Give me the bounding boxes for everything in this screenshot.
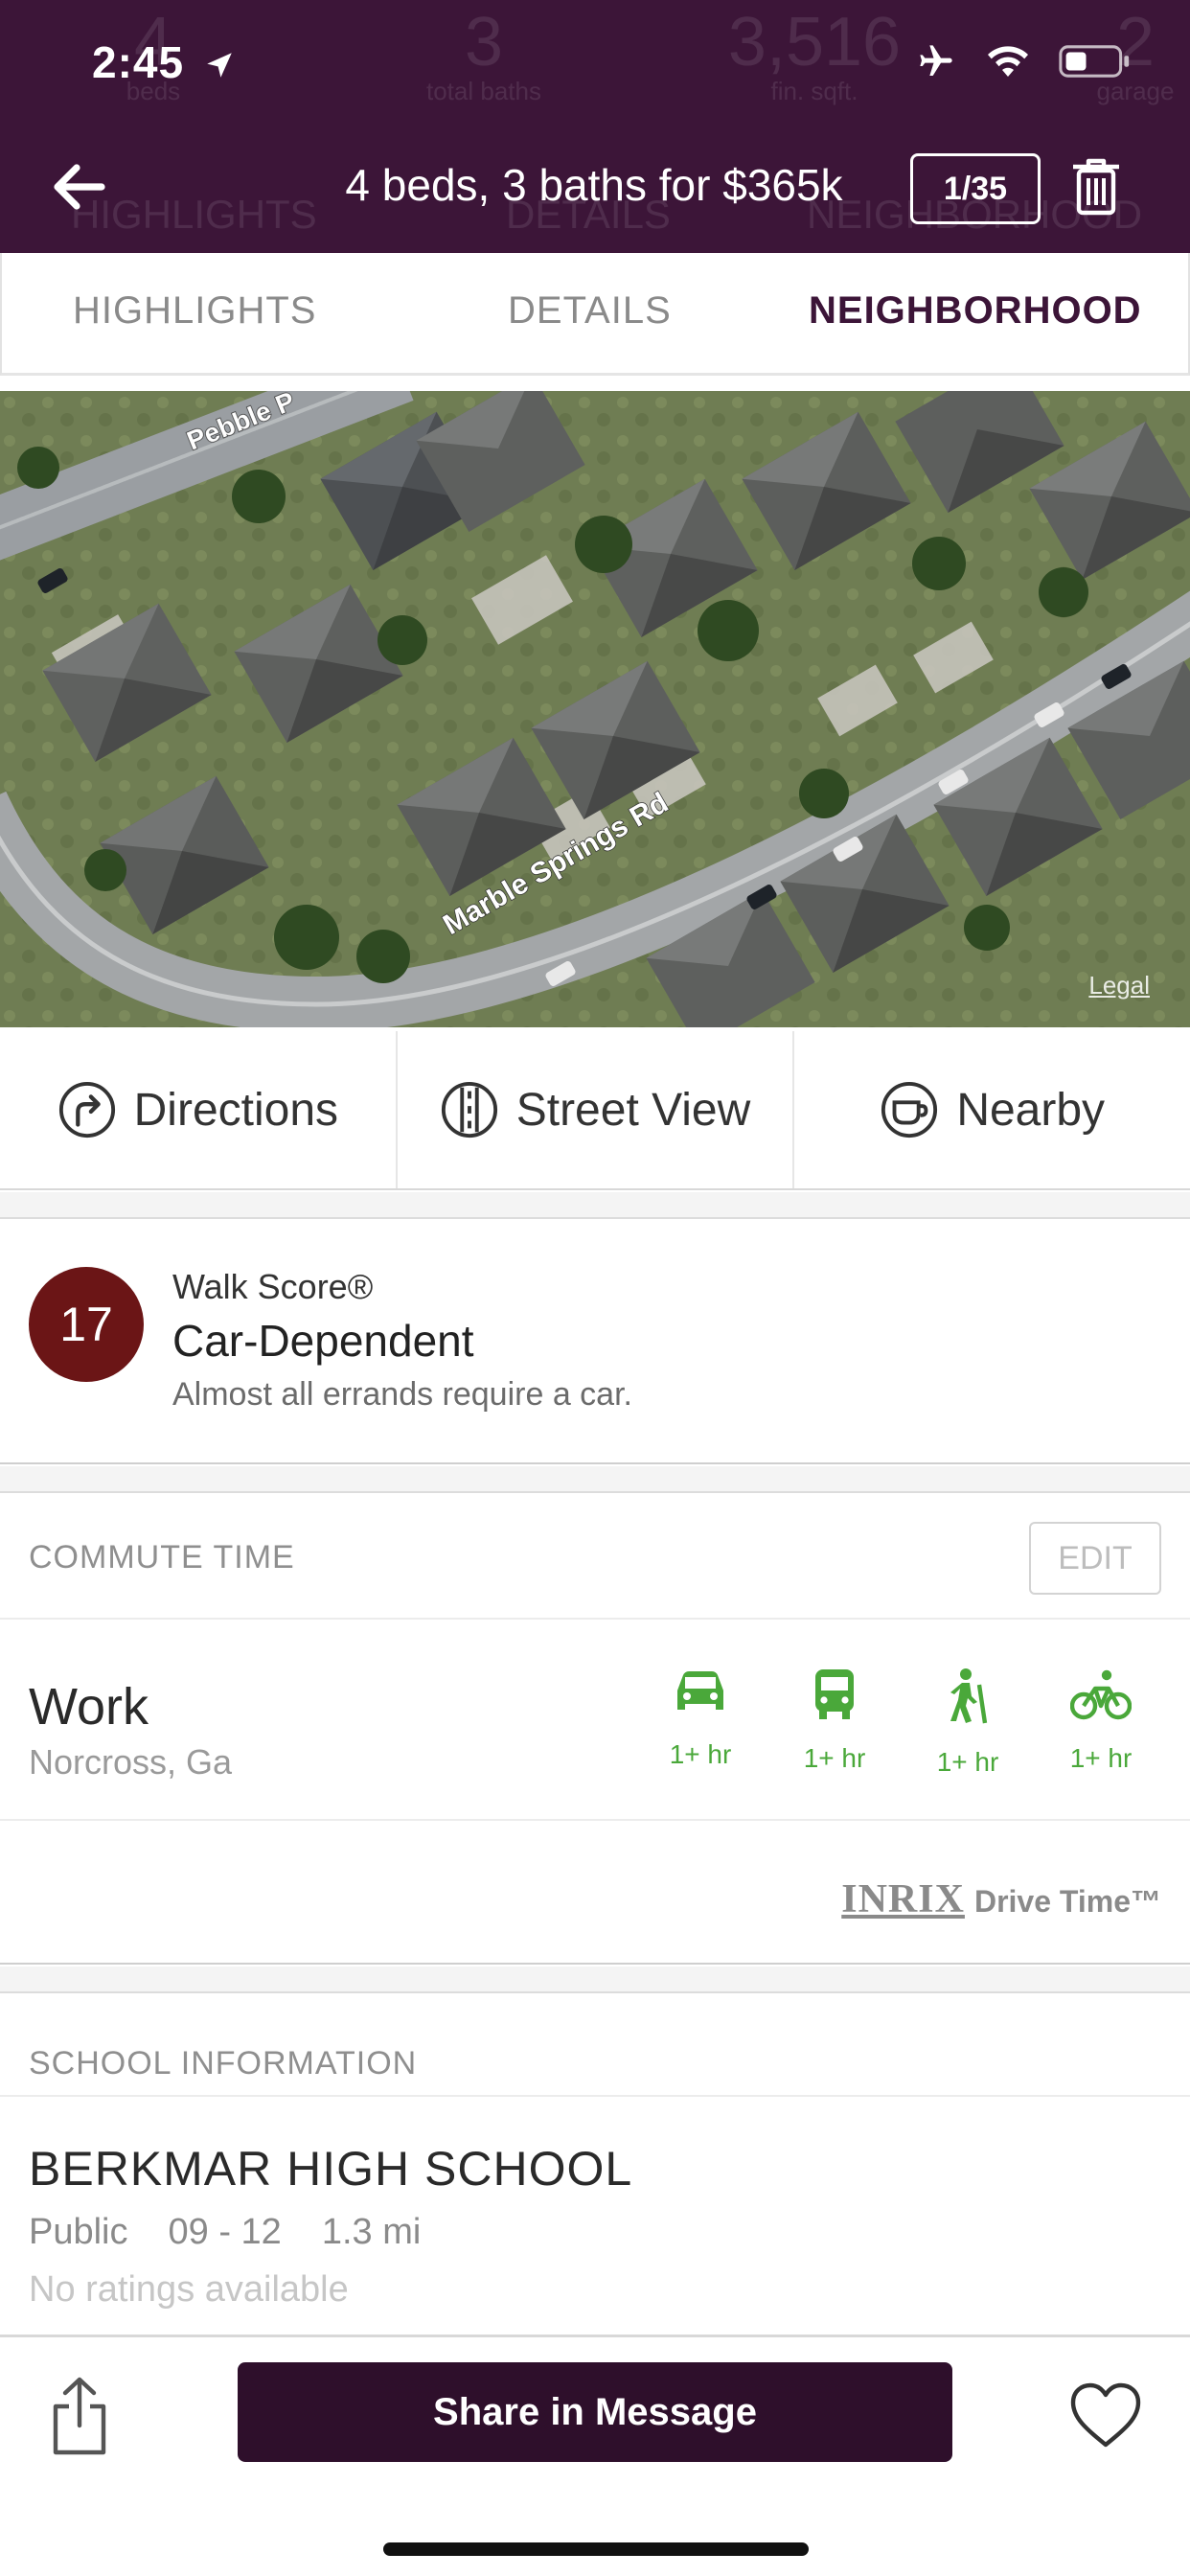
school-section-title: SCHOOL INFORMATION: [29, 2045, 418, 2082]
commute-location: Norcross, Ga: [29, 1742, 233, 1782]
section-tabs: HIGHLIGHTS DETAILS NEIGHBORHOOD: [0, 253, 1190, 376]
directions-icon: [58, 1081, 115, 1138]
bus-time: 1+ hr: [803, 1743, 866, 1773]
inrix-logo: INRIX Drive Time™: [841, 1876, 1161, 1922]
directions-label: Directions: [133, 1084, 339, 1136]
airplane-icon: [920, 45, 952, 76]
school-type: Public: [29, 2212, 128, 2252]
street-view-label: Street View: [515, 1084, 751, 1136]
school-section: SCHOOL INFORMATION BERKMAR HIGH SCHOOL P…: [0, 1993, 1190, 2338]
inrix-brand: INRIX: [841, 1877, 965, 1921]
share-icon: [53, 2377, 106, 2455]
bike-time: 1+ hr: [1069, 1743, 1133, 1773]
commute-mode-bus[interactable]: 1+ hr: [782, 1668, 887, 1774]
street-view-icon: [441, 1081, 497, 1138]
commute-mode-walk[interactable]: 1+ hr: [915, 1668, 1020, 1778]
school-distance: 1.3 mi: [321, 2212, 422, 2252]
bus-icon: [815, 1669, 854, 1719]
walk-icon: [950, 1668, 988, 1724]
walk-score-label: Walk Score®: [172, 1267, 374, 1306]
stat-value: 3,516: [727, 4, 902, 80]
status-time: 2:45: [92, 36, 236, 88]
stat-label: total baths: [426, 77, 541, 105]
stat-baths: 3 total baths: [383, 8, 584, 105]
stat-sqft: 3,516 fin. sqft.: [719, 8, 910, 105]
stat-label: garage: [1096, 77, 1175, 105]
walk-score-badge: 17: [29, 1267, 144, 1382]
car-icon: [677, 1671, 723, 1710]
tab-details[interactable]: DETAILS: [508, 289, 672, 333]
map-actions: Directions Street View Nearby: [0, 1031, 1190, 1190]
walk-score-section[interactable]: 17 Walk Score® Car-Dependent Almost all …: [0, 1219, 1190, 1464]
commute-mode-bike[interactable]: 1+ hr: [1048, 1668, 1154, 1774]
car-time: 1+ hr: [669, 1739, 732, 1769]
satellite-imagery: Pebble P Marble Springs Rd: [0, 391, 1190, 1027]
heart-icon: [1070, 2382, 1141, 2448]
directions-button[interactable]: Directions: [0, 1031, 398, 1188]
section-divider: [0, 1192, 1190, 1219]
stat-value: 3: [464, 4, 504, 80]
school-name[interactable]: BERKMAR HIGH SCHOOL: [29, 2141, 632, 2196]
home-indicator: [383, 2542, 809, 2556]
share-in-message-button[interactable]: Share in Message: [238, 2362, 952, 2462]
back-arrow-icon: [54, 164, 105, 210]
status-time-text: 2:45: [92, 37, 185, 87]
photo-counter-button[interactable]: 1/35: [910, 153, 1041, 224]
nearby-button[interactable]: Nearby: [794, 1031, 1190, 1188]
school-meta: Public 09 - 12 1.3 mi: [29, 2212, 421, 2253]
edit-commute-button[interactable]: EDIT: [1029, 1522, 1161, 1595]
map-legal-link[interactable]: Legal: [1088, 971, 1150, 1000]
street-view-button[interactable]: Street View: [398, 1031, 795, 1188]
commute-section-title: COMMUTE TIME: [29, 1539, 295, 1576]
nearby-label: Nearby: [956, 1084, 1106, 1136]
coffee-cup-icon: [881, 1081, 938, 1138]
bottom-action-bar: Share in Message: [0, 2334, 1190, 2576]
location-arrow-icon: [207, 53, 232, 78]
share-button[interactable]: [50, 2376, 117, 2462]
section-divider: [0, 1966, 1190, 1993]
battery-icon: [1059, 45, 1130, 78]
trash-icon: [1073, 158, 1119, 216]
favorite-button[interactable]: [1067, 2380, 1144, 2450]
satellite-map[interactable]: Pebble P Marble Springs Rd Legal: [0, 391, 1190, 1027]
section-divider: [0, 1466, 1190, 1493]
delete-button[interactable]: [1069, 157, 1127, 220]
bike-icon: [1069, 1669, 1133, 1720]
wifi-icon: [988, 46, 1028, 77]
status-icons: [914, 42, 1133, 80]
walk-score-description: Almost all errands require a car.: [172, 1376, 632, 1413]
commute-row[interactable]: Work Norcross, Ga 1+ hr 1+ hr 1+ hr 1+ h…: [0, 1618, 1190, 1821]
commute-mode-car[interactable]: 1+ hr: [648, 1668, 753, 1770]
school-grades: 09 - 12: [168, 2212, 282, 2252]
commute-section: COMMUTE TIME EDIT Work Norcross, Ga 1+ h…: [0, 1493, 1190, 1965]
app-header: 4 beds 3 total baths 3,516 fin. sqft. 2 …: [0, 0, 1190, 253]
walk-score-title: Car-Dependent: [172, 1316, 474, 1366]
tab-highlights[interactable]: HIGHLIGHTS: [73, 289, 316, 333]
commute-destination: Work: [29, 1678, 149, 1736]
stat-label: fin. sqft.: [770, 77, 858, 105]
walk-time: 1+ hr: [936, 1747, 999, 1777]
school-rating: No ratings available: [29, 2269, 349, 2310]
inrix-product: Drive Time™: [973, 1884, 1161, 1919]
tab-neighborhood[interactable]: NEIGHBORHOOD: [809, 289, 1142, 333]
listing-title: 4 beds, 3 baths for $365k: [345, 160, 843, 210]
back-button[interactable]: [50, 153, 126, 220]
school-section-header: SCHOOL INFORMATION: [0, 1993, 1190, 2097]
